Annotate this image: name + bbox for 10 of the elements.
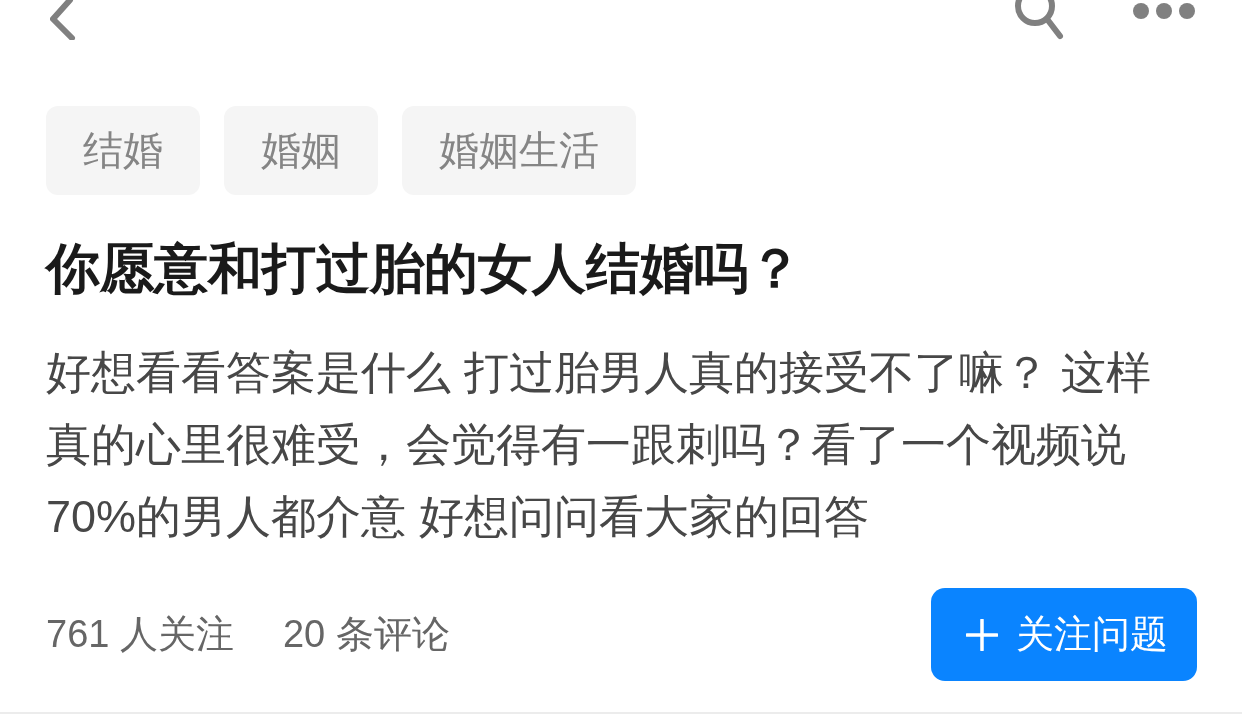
- follow-question-button[interactable]: 关注问题: [931, 588, 1197, 681]
- more-icon[interactable]: [1131, 0, 1197, 22]
- topic-tag[interactable]: 婚姻生活: [402, 106, 636, 195]
- comment-count[interactable]: 20 条评论: [282, 606, 450, 663]
- plus-icon: [966, 618, 998, 651]
- question-title: 你愿意和打过胎的女人结婚吗？: [46, 237, 803, 300]
- question-description: 好想看看答案是什么 打过胎男人真的接受不了嘛？ 这样真的心里很难受，会觉得有一跟刺吗？看了一个视频说70%的男人都介意 好想问问看大家的回答: [46, 346, 1152, 544]
- topic-tag[interactable]: 结婚: [46, 106, 200, 195]
- topic-tag[interactable]: 婚姻: [224, 106, 378, 195]
- follower-count: 761 人关注: [46, 612, 234, 657]
